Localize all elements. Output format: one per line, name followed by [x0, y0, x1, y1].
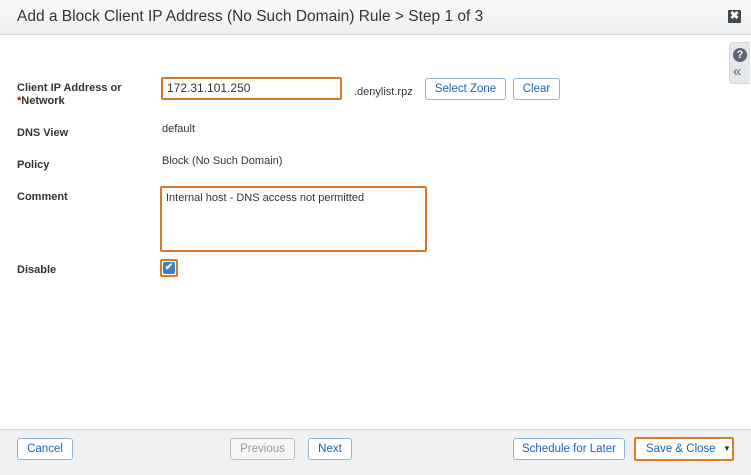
- save-close-button[interactable]: Save & Close ▼: [634, 437, 734, 461]
- client-ip-label-line1: Client IP Address or: [17, 82, 122, 94]
- disable-label: Disable: [17, 264, 57, 276]
- select-zone-button[interactable]: Select Zone: [425, 78, 506, 100]
- comment-label: Comment: [17, 191, 68, 203]
- previous-button[interactable]: Previous: [230, 438, 295, 460]
- schedule-for-later-button[interactable]: Schedule for Later: [513, 438, 625, 460]
- check-icon: ✔: [163, 262, 175, 274]
- cancel-button[interactable]: Cancel: [17, 438, 73, 460]
- help-icon[interactable]: ?: [733, 48, 747, 62]
- client-ip-input[interactable]: 172.31.101.250: [161, 77, 342, 100]
- close-icon[interactable]: ✖: [728, 10, 741, 23]
- side-panel-tab: ? «: [729, 42, 750, 84]
- clear-button[interactable]: Clear: [513, 78, 560, 100]
- collapse-icon[interactable]: «: [733, 64, 741, 79]
- comment-textarea[interactable]: Internal host - DNS access not permitted: [160, 186, 427, 252]
- policy-label: Policy: [17, 159, 50, 171]
- zone-suffix: .denylist.rpz: [354, 86, 413, 98]
- dns-view-value: default: [162, 123, 196, 135]
- dialog-title: Add a Block Client IP Address (No Such D…: [17, 8, 484, 25]
- client-ip-label: Client IP Address or *Network: [17, 82, 122, 108]
- dialog-titlebar: Add a Block Client IP Address (No Such D…: [0, 0, 751, 35]
- dns-view-label: DNS View: [17, 127, 69, 139]
- next-button[interactable]: Next: [308, 438, 352, 460]
- policy-value: Block (No Such Domain): [162, 155, 283, 167]
- disable-checkbox[interactable]: ✔: [160, 259, 178, 277]
- client-ip-label-line2: Network: [21, 95, 65, 107]
- save-close-label: Save & Close: [646, 443, 716, 455]
- chevron-down-icon[interactable]: ▼: [723, 439, 731, 459]
